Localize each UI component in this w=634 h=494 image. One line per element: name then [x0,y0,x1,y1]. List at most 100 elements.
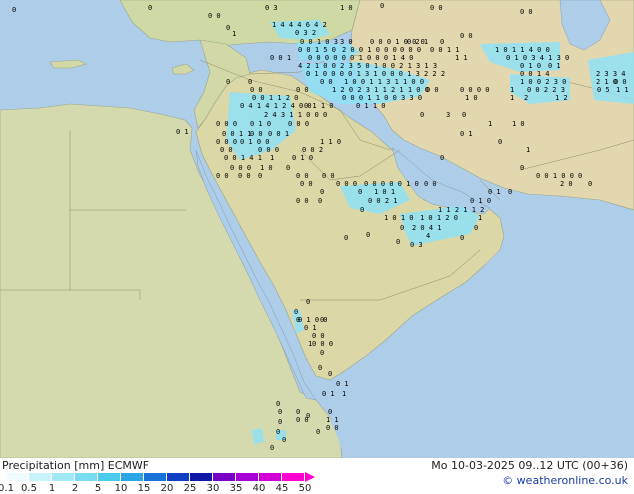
precip-value-label: 0 1 [322,390,335,398]
precip-value-label: 0 0 [300,180,313,188]
precip-value-label: 0 0 [426,86,439,94]
precip-value-label: 0 [440,38,444,46]
legend-swatch [6,473,29,481]
precip-value-label: 0 0 0 0 0 0 1 0 0 0 1 4 0 [308,54,413,62]
precip-value-label: 0 [320,316,324,324]
precip-value-label: 0 0 [250,130,263,138]
precip-value-label: 1 [510,86,514,94]
precip-value-label: 0 0 [220,146,233,154]
precip-value-label: 0 3 [410,241,423,249]
precip-value-label: 1 0 1 [374,188,395,196]
precip-value-label: 0 [278,418,282,426]
legend-swatch [190,473,213,481]
precip-value-label: 0 1 0 [470,197,491,205]
precip-value-label: 0 1 0 [292,154,313,162]
precip-value-label: 0 0 1 [268,130,289,138]
precip-value-label: 0 [226,78,230,86]
precip-value-label: 0 0 [460,32,473,40]
credit-link[interactable]: © weatheronline.co.uk [502,474,628,487]
precip-value-label: 0 1 [460,130,473,138]
precip-value-label: 0 [462,111,466,119]
precip-value-label: 0 [320,188,324,196]
precip-value-label: 0 [440,154,444,162]
precip-value-label: 0 [12,6,16,14]
precip-value-label: 0 1 1 0 [304,102,334,110]
precip-value-label: 0 0 0 [216,120,237,128]
precip-value-label: 0 0 1 4 1 [224,154,262,162]
precip-value-label: 1 0 [512,120,525,128]
precip-value-label: 0 [588,180,592,188]
precip-value-label: 0 1 0 3 4 1 3 0 [506,54,569,62]
precip-value-label: 1 4 4 4 6 4 2 [272,21,327,29]
precip-value-label: 0 0 0 1 1 0 0 3 3 0 [342,94,422,102]
precip-value-label: 0 [282,436,286,444]
precip-value-label: 1 [526,146,530,154]
legend-swatch [75,473,98,481]
legend-tick-label: 40 [252,483,266,494]
precip-value-label: 0 0 [296,197,309,205]
precip-value-label: 0 0 0 [288,120,309,128]
precip-value-label: 1 0 1 0 [384,214,414,222]
precip-value-label: 3 [446,111,450,119]
legend-swatch [52,473,75,481]
precip-value-label: 0 [286,164,290,172]
precip-value-label: 0 1 0 0 0 0 1 3 1 0 0 0 1 3 2 2 2 [306,70,445,78]
precip-value-label: 0 [276,428,280,436]
precip-value-label: 0 0 0 [336,180,357,188]
precip-value-label: 0 0 [296,416,309,424]
precip-value-label: 0 0 [614,78,627,86]
precip-value-label: 0 0 1 [270,54,291,62]
precip-value-label: 0 0 1 0 0 [536,172,574,180]
precip-value-label: 0 [278,408,282,416]
precip-value-label: 0 0 [320,78,333,86]
precip-value-label: 0 [320,349,324,357]
precip-value-label: 2 3 3 4 [596,70,626,78]
precip-value-label: 0 1 [488,188,501,196]
precip-value-label: 0 0 0 [400,46,421,54]
precip-value-label: 0 0 2 [302,146,323,154]
precip-value-label: 0 2 1 [407,38,428,46]
precip-value-label: 0 0 0 [258,146,279,154]
precip-value-label: 0 [498,138,502,146]
precip-value-label: 0 [316,428,320,436]
precip-value-label: 1 2 [555,94,568,102]
valid-time: Mo 10-03-2025 09..12 UTC (00+36) [431,459,628,472]
legend-swatch [121,473,144,481]
weather-map-screen: 000 000 31 000 00 01 4 4 4 6 4 20 3 210 … [0,0,634,494]
precip-value-label: 0 1 [176,128,189,136]
precip-value-label: 0 [460,234,464,242]
precip-value-label: 1 0 0 2 3 0 [520,78,566,86]
precip-value-label: 0 [318,364,322,372]
precip-value-label: 0 [366,231,370,239]
precip-value-label: 0 0 [312,332,325,340]
precip-value-label: 0 3 [265,4,278,12]
legend-tick-label: 2 [71,483,79,494]
precip-value-label: 3 0 [340,38,353,46]
precip-value-label: 0 [328,370,332,378]
precip-value-label: 0 0 [430,4,443,12]
legend-tick-label: 10 [114,483,128,494]
precip-value-label: 0 [358,188,362,196]
precip-value-label: 0 [248,78,252,86]
footer: Precipitation [mm] ECMWF Mo 10-03-2025 0… [0,458,634,494]
precip-value-label: 0 [258,172,262,180]
precip-value-label: 0 [520,164,524,172]
precip-value-label: 0 [380,2,384,10]
precip-value-label: 0 [306,298,310,306]
legend-swatch [144,473,167,481]
precip-value-label: 0 0 1 4 [520,70,550,78]
legend-tick-label: 1 [48,483,56,494]
precip-value-label: 1 0 [340,4,353,12]
precip-value-label: 0 [148,4,152,12]
precip-value-label: 1 1 2 1 1 2 [438,206,484,214]
precip-value-label: 0 0 [238,172,251,180]
precip-value-label: 0 [276,400,280,408]
precip-value-label: 0 0 [250,86,263,94]
precip-value-label: 1 [510,94,514,102]
precip-value-label: 1 0 [465,94,478,102]
precip-value-label: 4 [426,232,430,240]
precip-value-label: 0 [318,197,322,205]
precip-value-label: 0 0 0 0 0 1 0 [364,180,419,188]
precip-value-label: 0 0 1 1 [222,130,252,138]
precip-value-label: 0 [226,24,230,32]
